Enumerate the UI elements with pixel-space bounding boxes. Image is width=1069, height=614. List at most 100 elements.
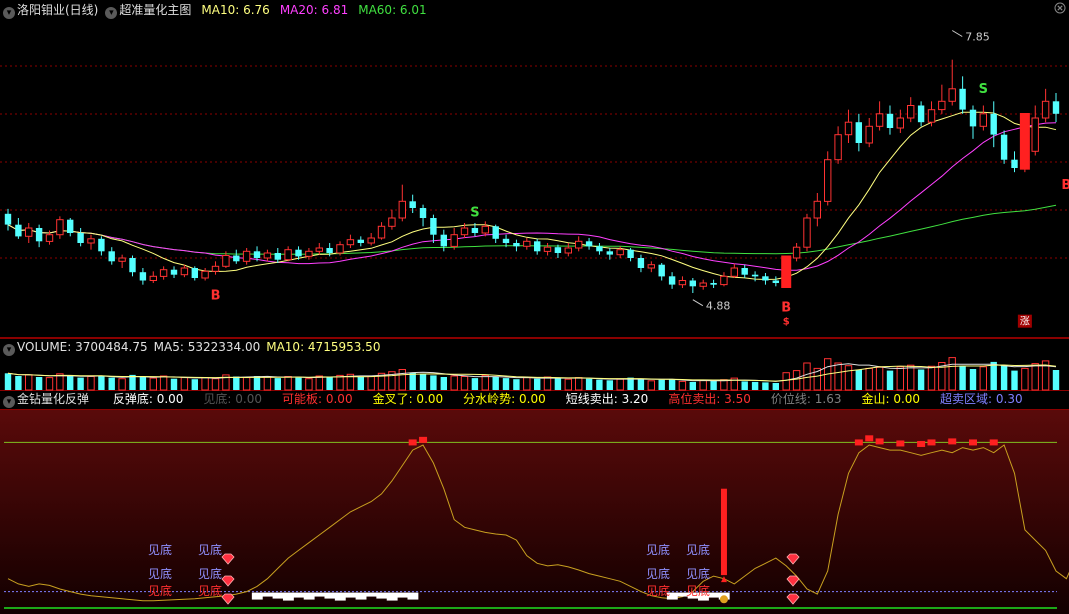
bottom-block — [282, 592, 294, 601]
candle-body — [430, 218, 437, 235]
bottom-block — [251, 592, 263, 600]
candle-body — [575, 240, 583, 249]
candle-body — [927, 109, 936, 123]
candle-body — [637, 258, 645, 268]
volume-bar — [108, 377, 115, 390]
volume-bar — [419, 373, 427, 390]
volume-bar — [678, 380, 687, 391]
candle-body — [346, 239, 355, 246]
volume-bar — [585, 378, 593, 390]
candle-body — [616, 249, 624, 256]
volume-bar — [668, 379, 676, 390]
candle-body — [440, 234, 447, 247]
candle-body — [772, 280, 779, 283]
jiandi-label: 见底 — [686, 542, 710, 557]
volume-bar — [979, 366, 987, 391]
volume-bar — [689, 381, 696, 390]
volume-bar — [792, 370, 801, 391]
candle-body — [471, 228, 479, 233]
volume-bar — [409, 372, 416, 390]
volume-bar — [844, 365, 853, 391]
volume-bar — [242, 377, 251, 391]
candle-body — [419, 208, 427, 218]
bottom-block — [272, 592, 284, 599]
volume-bar — [710, 380, 717, 390]
volume-bar — [180, 377, 189, 391]
volume-bar — [616, 378, 624, 391]
price-panel: ▾ 洛阳钼业(日线) ▾ 超准量化主图 MA10: 6.76 MA20: 6.81 MA60… — [0, 0, 1069, 338]
candle-body — [959, 88, 966, 110]
candle-body — [357, 239, 364, 243]
volume-bar — [647, 380, 655, 391]
candle-body — [211, 265, 220, 272]
peak-marker — [927, 439, 936, 446]
low-price-label: 4.88 — [706, 300, 731, 313]
volume-bar — [875, 366, 884, 391]
candle-body — [865, 125, 873, 144]
bottom-block — [303, 592, 315, 600]
volume-bar — [25, 374, 33, 391]
volume-bar — [460, 376, 469, 391]
bottom-block — [397, 592, 408, 598]
candle-body — [979, 113, 987, 127]
candle-body — [450, 234, 458, 247]
candle-body — [263, 252, 272, 259]
oscillator-legend-item: 金山: 0.00 — [861, 392, 921, 406]
candle-body — [720, 275, 728, 286]
volume-bar — [253, 376, 261, 390]
candle-body — [844, 121, 853, 136]
candle-body — [803, 217, 811, 248]
volume-bar — [326, 376, 333, 390]
candle-body — [710, 283, 717, 285]
jiandi-label: 见底 — [148, 542, 172, 557]
volume-bar — [1021, 367, 1029, 391]
candle-body — [762, 276, 769, 281]
volume-ma10: MA10: 4715953.50 — [266, 340, 381, 354]
volume-bar — [699, 379, 707, 391]
bottom-block — [324, 592, 336, 599]
candle-body — [15, 224, 22, 237]
candle-body — [409, 201, 416, 208]
bottom-block — [386, 592, 398, 601]
candle-body — [87, 238, 95, 244]
candle-body — [108, 251, 115, 262]
oscillator-legend-item: 分水岭势: 0.00 — [463, 392, 546, 406]
volume-bar — [398, 369, 407, 391]
volume-bar — [430, 375, 437, 390]
volume-bar — [855, 369, 862, 390]
bottom-block — [376, 592, 388, 599]
volume-bar — [990, 361, 997, 390]
volume-bar — [159, 375, 168, 391]
bottom-block — [708, 592, 720, 598]
oscillator-menu-icon[interactable]: ▾ — [3, 396, 15, 408]
candle-body — [834, 134, 842, 161]
volume-bar — [658, 379, 665, 390]
candle-body — [67, 219, 74, 233]
volume-bar — [886, 370, 894, 390]
jiandi-label: 见底 — [148, 566, 172, 581]
volume-bar — [45, 377, 54, 391]
oscillator-chart: 见底见底见底见底见底见底见底见底见底见底见底见底 — [0, 409, 1069, 614]
candle-body — [129, 258, 136, 273]
candle-body — [1052, 101, 1060, 114]
volume-bar — [4, 373, 12, 390]
volume-bar — [170, 378, 178, 390]
candle-body — [1000, 134, 1008, 160]
candle-body — [606, 251, 613, 255]
volume-bar — [440, 377, 447, 390]
jiandi-label: 见底 — [686, 566, 710, 581]
volume-bar — [118, 378, 126, 391]
candle-body — [481, 225, 490, 234]
candle-body — [201, 270, 209, 279]
candle-body — [875, 113, 884, 127]
candle-body — [886, 113, 894, 128]
candle-body — [564, 247, 572, 254]
peak-marker — [896, 440, 905, 447]
volume-menu-icon[interactable]: ▾ — [3, 344, 15, 356]
oscillator-legend-item: 超卖区域: 0.30 — [940, 392, 1023, 406]
candle-body — [554, 247, 562, 253]
candle-body — [658, 264, 665, 277]
volume-bar — [762, 382, 769, 390]
volume-bar — [596, 379, 603, 390]
volume-bar — [803, 362, 811, 391]
